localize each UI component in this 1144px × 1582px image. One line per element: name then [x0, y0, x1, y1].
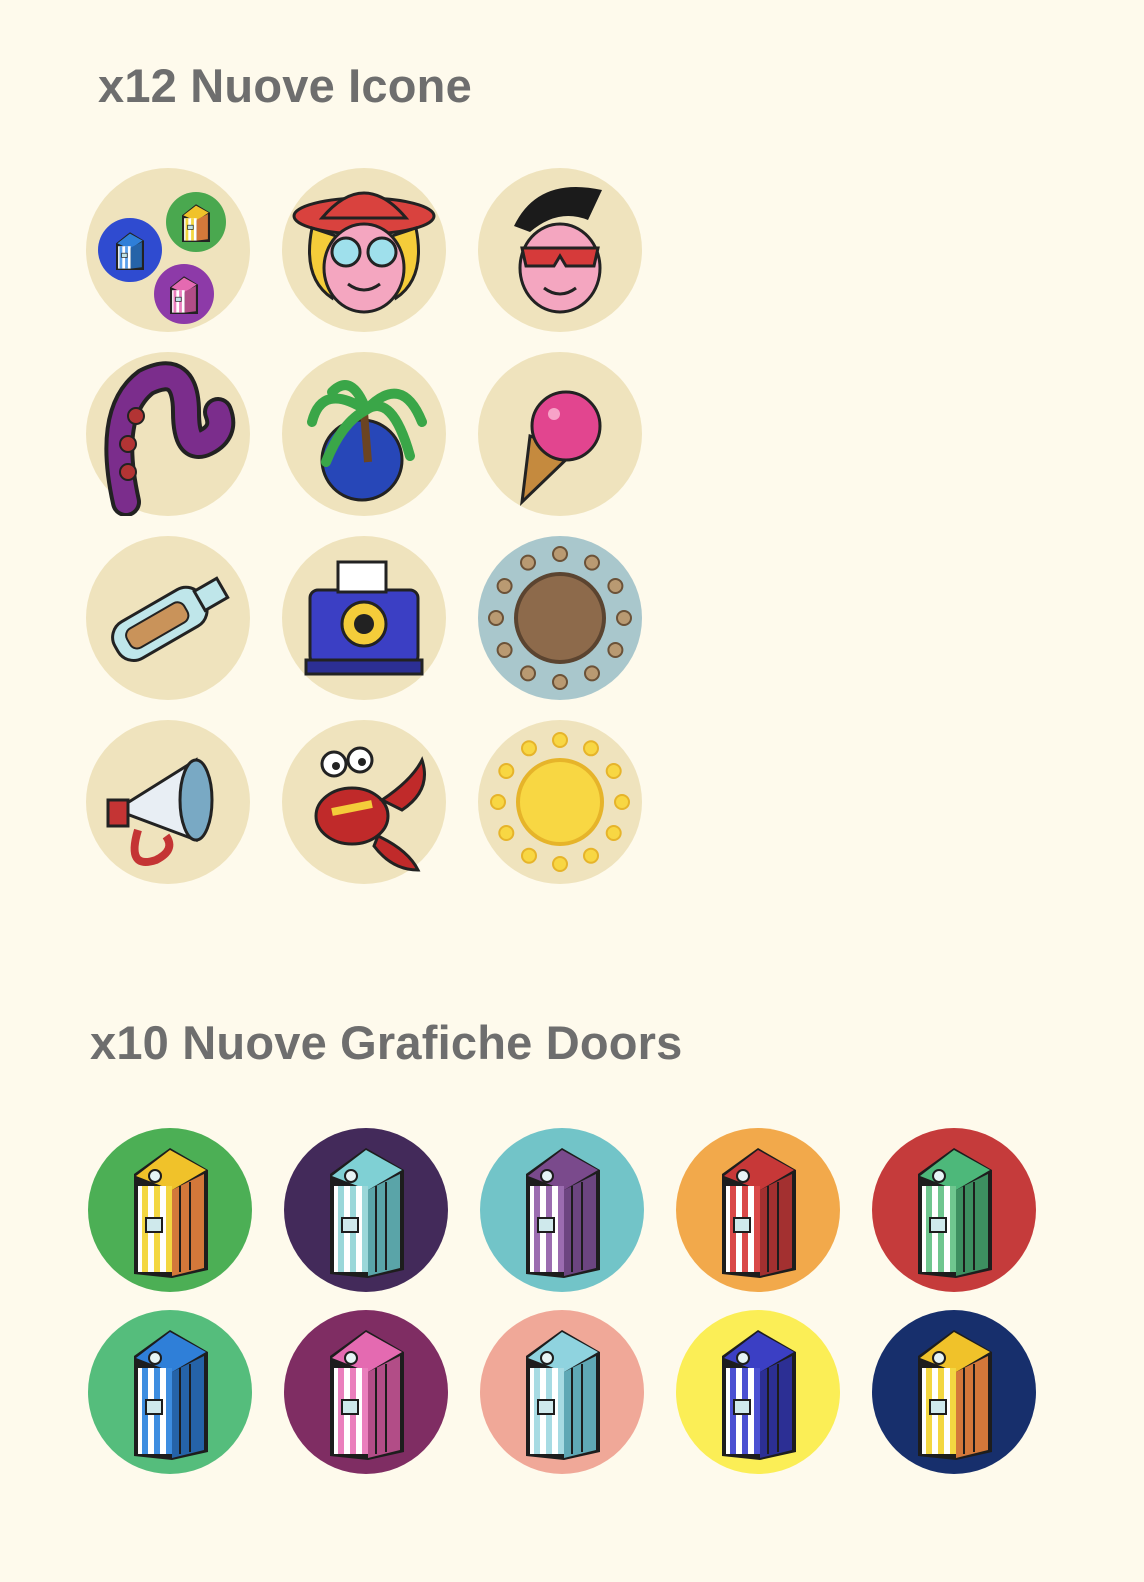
boy-sunglasses-icon — [514, 186, 602, 314]
icon-badge-5[interactable] — [282, 352, 446, 516]
door-badge-4[interactable] — [676, 1128, 840, 1292]
beach-hut-door-icon — [722, 1148, 796, 1278]
girl-sunhat-icon — [292, 191, 436, 314]
icon-badge-4[interactable] — [86, 352, 250, 516]
beach-hut-door-icon — [526, 1330, 600, 1460]
icon-badge-6[interactable] — [478, 352, 642, 516]
icon-badge-8[interactable] — [282, 536, 446, 700]
beach-hut-door-icon — [330, 1330, 404, 1460]
beach-hut-door-icon — [134, 1330, 208, 1460]
icon-badge-1[interactable] — [86, 168, 250, 332]
sun-icon — [490, 732, 630, 872]
message-bottle-icon — [111, 576, 230, 662]
beach-huts-trio-icon — [98, 192, 226, 324]
beach-hut-door-icon — [134, 1148, 208, 1278]
beach-hut-door-icon — [918, 1330, 992, 1460]
door-badge-3[interactable] — [480, 1128, 644, 1292]
ice-cream-cone-icon — [520, 390, 602, 506]
door-badge-9[interactable] — [676, 1310, 840, 1474]
icon-badge-2[interactable] — [282, 168, 446, 332]
palm-island-icon — [307, 380, 427, 502]
section-title-doors: x10 Nuove Grafiche Doors — [90, 1016, 683, 1069]
octopus-tentacle-icon — [104, 361, 236, 516]
door-badge-2[interactable] — [284, 1128, 448, 1292]
door-badge-10[interactable] — [872, 1310, 1036, 1474]
section-title-icons: x12 Nuove Icone — [98, 59, 472, 112]
beach-hut-door-icon — [526, 1148, 600, 1278]
megaphone-icon — [106, 757, 214, 866]
beach-hut-door-icon — [722, 1330, 796, 1460]
door-grid — [88, 1128, 1036, 1474]
beach-hut-door-icon — [918, 1148, 992, 1278]
door-badge-7[interactable] — [284, 1310, 448, 1474]
icon-grid — [86, 168, 642, 884]
door-badge-6[interactable] — [88, 1310, 252, 1474]
icon-badge-12[interactable] — [478, 720, 642, 884]
door-badge-5[interactable] — [872, 1128, 1036, 1292]
icon-badge-7[interactable] — [86, 536, 250, 700]
door-badge-1[interactable] — [88, 1128, 252, 1292]
icon-badge-11[interactable] — [282, 720, 446, 884]
icon-badge-9[interactable] — [478, 536, 642, 700]
door-badge-8[interactable] — [480, 1310, 644, 1474]
crab-icon — [314, 746, 426, 872]
icon-badge-10[interactable] — [86, 720, 250, 884]
beach-hut-door-icon — [330, 1148, 404, 1278]
icon-badge-3[interactable] — [478, 168, 642, 332]
instant-camera-icon — [304, 560, 424, 676]
shell-ring-icon — [488, 546, 632, 690]
